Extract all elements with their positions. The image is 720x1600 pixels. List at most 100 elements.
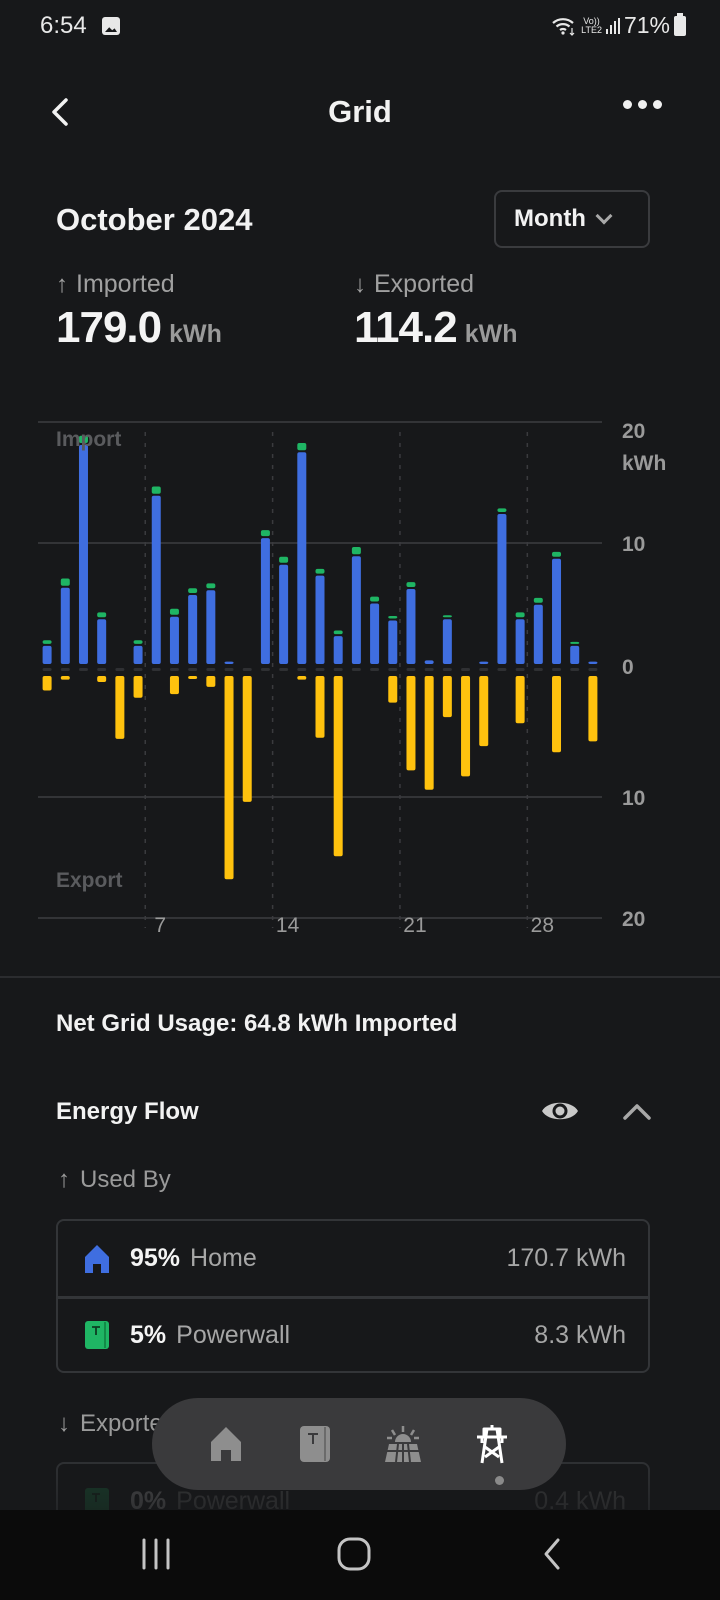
volte-icon: Vo)) LTE2 bbox=[581, 15, 602, 35]
flow-row-powerwall[interactable]: 5% Powerwall 8.3 kWh bbox=[58, 1296, 648, 1371]
baseline-stub bbox=[206, 668, 216, 671]
ytick-import-20: 20 bbox=[622, 420, 645, 443]
exported-unit: kWh bbox=[464, 320, 518, 348]
baseline-stub bbox=[588, 668, 598, 671]
baseline-stub bbox=[188, 668, 198, 671]
import-bar bbox=[260, 538, 270, 664]
baseline-stub bbox=[115, 668, 125, 671]
back-system-button[interactable] bbox=[540, 1534, 564, 1574]
baseline-stub bbox=[60, 668, 70, 671]
baseline-stub bbox=[533, 668, 543, 671]
baseline-stub bbox=[552, 668, 562, 671]
home-icon bbox=[211, 1427, 242, 1461]
nav-solar[interactable] bbox=[378, 1419, 428, 1469]
baseline-stub bbox=[570, 668, 580, 671]
powerwall-bar bbox=[133, 640, 143, 644]
powerwall-icon bbox=[85, 1321, 109, 1349]
ytick-unit: kWh bbox=[622, 452, 666, 475]
baseline-stub bbox=[224, 668, 234, 671]
powerwall-bar bbox=[188, 588, 198, 594]
import-bar bbox=[297, 452, 307, 664]
nav-powerwall[interactable] bbox=[290, 1419, 340, 1469]
baseline-stub bbox=[242, 668, 252, 671]
import-bar bbox=[78, 444, 88, 664]
baseline-stub bbox=[78, 668, 88, 671]
import-bar bbox=[315, 575, 325, 664]
more-options-button[interactable] bbox=[623, 100, 662, 109]
back-icon bbox=[544, 1538, 560, 1570]
powerwall-percent: 5% bbox=[130, 1320, 167, 1349]
powerwall-bar bbox=[351, 547, 361, 555]
recents-button[interactable] bbox=[140, 1534, 172, 1574]
chevron-down-icon bbox=[595, 207, 613, 225]
import-bar bbox=[533, 604, 543, 664]
imported-label: Imported bbox=[76, 270, 175, 298]
home-system-button[interactable] bbox=[336, 1534, 372, 1574]
powerwall-bar bbox=[315, 568, 325, 574]
export-bar bbox=[97, 676, 107, 683]
export-bar bbox=[388, 676, 398, 703]
wifi-icon bbox=[552, 17, 575, 36]
xtick-label: 7 bbox=[154, 914, 166, 937]
battery-icon bbox=[674, 13, 686, 36]
import-bar bbox=[224, 661, 234, 664]
home-icon bbox=[85, 1244, 109, 1273]
used-by-heading: ↑ Used By bbox=[58, 1166, 171, 1194]
baseline-stub bbox=[133, 668, 143, 671]
import-bar bbox=[133, 645, 143, 664]
import-bar bbox=[60, 587, 70, 664]
system-navigation-bar bbox=[0, 1510, 720, 1600]
baseline-stub bbox=[297, 668, 307, 671]
powerwall-bar bbox=[297, 442, 307, 451]
export-bar bbox=[188, 676, 198, 679]
export-bar bbox=[424, 676, 434, 790]
imported-stat: ↑ Imported 179.0 kWh bbox=[56, 270, 222, 353]
powerwall-icon bbox=[299, 1426, 330, 1462]
export-bar bbox=[333, 676, 343, 857]
export-bar bbox=[461, 676, 471, 777]
visibility-toggle[interactable] bbox=[540, 1096, 580, 1126]
export-bar bbox=[515, 676, 525, 724]
baseline-stub bbox=[406, 668, 416, 671]
active-tab-indicator bbox=[495, 1476, 504, 1485]
powerwall-bar bbox=[570, 641, 580, 644]
range-dropdown-value: Month bbox=[514, 205, 586, 232]
page-title: Grid bbox=[328, 94, 392, 129]
grid-chart[interactable]: Import Export 20 kWh 10 0 10 20 7 14 21 28 bbox=[0, 400, 720, 960]
signal-icon bbox=[605, 17, 620, 34]
import-label: Import bbox=[56, 428, 121, 451]
gallery-icon bbox=[102, 17, 120, 35]
import-bar bbox=[388, 620, 398, 664]
powerwall-bar bbox=[333, 630, 343, 635]
range-dropdown[interactable]: Month bbox=[494, 190, 650, 248]
baseline-stub bbox=[169, 668, 179, 671]
export-label: Export bbox=[56, 869, 123, 892]
xtick-label: 21 bbox=[403, 914, 426, 937]
export-bar bbox=[224, 676, 234, 880]
exported-label: Exported bbox=[374, 270, 475, 298]
chart-svg[interactable]: Import Export 20 kWh 10 0 10 20 7 14 21 28 bbox=[0, 400, 720, 960]
powerwall-bar bbox=[60, 578, 70, 586]
powerwall-bar bbox=[206, 583, 216, 589]
import-bar bbox=[151, 495, 161, 664]
import-bar bbox=[351, 556, 361, 664]
app-header: Grid bbox=[0, 82, 720, 142]
nav-grid[interactable] bbox=[467, 1419, 517, 1469]
period-title: October 2024 bbox=[56, 202, 253, 237]
chevron-up-icon bbox=[623, 1104, 651, 1120]
net-grid-usage: Net Grid Usage: 64.8 kWh Imported bbox=[56, 1010, 458, 1037]
flow-row-home[interactable]: 95% Home 170.7 kWh bbox=[58, 1221, 648, 1296]
home-label: Home bbox=[190, 1244, 257, 1272]
collapse-button[interactable] bbox=[622, 1100, 652, 1124]
nav-home[interactable] bbox=[201, 1419, 251, 1469]
arrow-down-icon: ↓ bbox=[354, 270, 366, 298]
baseline-stub bbox=[97, 668, 107, 671]
baseline-stub bbox=[461, 668, 471, 671]
export-bar bbox=[479, 676, 489, 747]
home-circle-icon bbox=[337, 1537, 371, 1571]
baseline-stub bbox=[370, 668, 380, 671]
import-bar bbox=[188, 595, 198, 664]
export-bar bbox=[115, 676, 125, 739]
import-bar bbox=[206, 590, 216, 664]
import-bar bbox=[552, 558, 562, 664]
